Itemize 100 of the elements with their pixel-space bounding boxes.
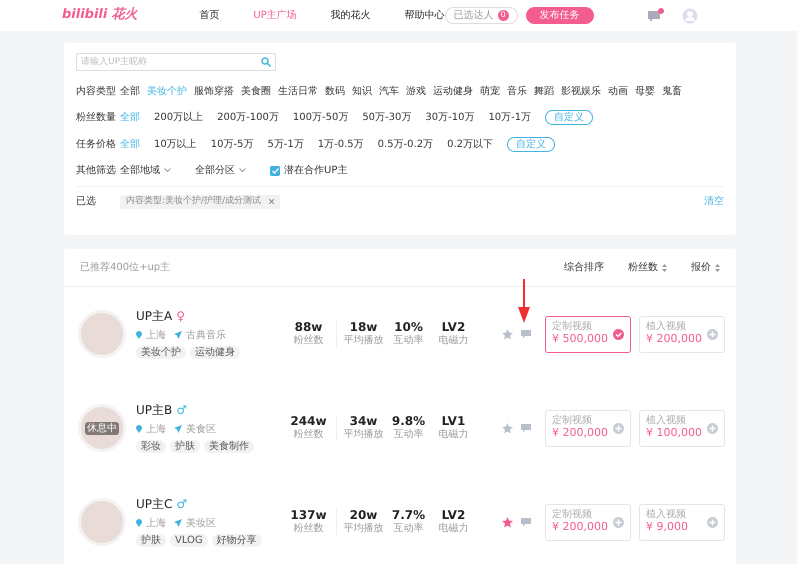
stat-value: 244w <box>289 414 328 428</box>
stat-label: 互动率 <box>392 334 424 348</box>
location-pin-icon <box>136 425 142 434</box>
plus-circle-icon[interactable] <box>707 422 718 434</box>
stat-label: 平均播放 <box>342 522 384 536</box>
filter-option[interactable]: 100万-50万 <box>292 111 348 124</box>
search-field[interactable]: 请输入UP主昵称 <box>76 53 276 71</box>
nav-link[interactable]: 我的花火 <box>330 9 371 22</box>
stat-value: 20w <box>348 508 378 522</box>
filter-option[interactable]: 母婴 <box>635 85 655 98</box>
location-pin-icon <box>136 519 142 528</box>
user-avatar-icon[interactable] <box>682 8 698 24</box>
location-text: 上海 <box>146 328 166 342</box>
filter-option[interactable]: 游戏 <box>406 85 426 98</box>
filter-option[interactable]: 数码 <box>325 85 345 98</box>
filter-option[interactable]: 10万-5万 <box>210 138 254 151</box>
filter-option[interactable]: 影视娱乐 <box>561 85 601 98</box>
avatar[interactable] <box>78 498 126 546</box>
price-label: 植入视频 <box>646 509 687 520</box>
filter-label: 粉丝数量 <box>76 111 117 124</box>
filter-option[interactable]: 鬼畜 <box>662 85 682 98</box>
avatar[interactable]: 休息中 <box>78 404 126 452</box>
filter-option[interactable]: 美食圈 <box>241 85 271 98</box>
price-amount: ¥ 9,000 <box>646 520 688 535</box>
filter-option[interactable]: 30万-10万 <box>425 111 474 124</box>
filter-label: 任务价格 <box>76 138 117 151</box>
close-icon[interactable] <box>269 199 274 204</box>
dropdown[interactable]: 全部分区 <box>195 164 246 177</box>
filter-option[interactable]: 汽车 <box>379 85 399 98</box>
filter-option[interactable]: 运动健身 <box>433 85 473 98</box>
filter-option[interactable]: 50万-30万 <box>362 111 412 124</box>
stat-value: 9.8% <box>390 414 426 428</box>
checkbox-label[interactable]: 潜在合作UP主 <box>284 164 348 177</box>
checkbox[interactable] <box>270 166 280 176</box>
plus-circle-icon[interactable] <box>613 516 624 528</box>
price-amount: ¥ 500,000 <box>552 332 608 347</box>
creator-name[interactable]: UP主C <box>136 497 172 513</box>
filter-option[interactable]: 全部 <box>120 85 140 98</box>
star-icon[interactable] <box>502 422 513 434</box>
sort-option[interactable]: 粉丝数 <box>628 261 667 274</box>
stat-label: 平均播放 <box>342 334 384 348</box>
count-badge: 0 <box>498 10 509 21</box>
chat-icon[interactable] <box>521 518 531 526</box>
logo-text: bilibili <box>62 7 108 24</box>
logo-text: 花火 <box>111 7 138 24</box>
sort-option[interactable]: 综合排序 <box>564 261 604 274</box>
price-amount: ¥ 200,000 <box>552 426 608 441</box>
filter-option[interactable]: 1万-0.5万 <box>318 138 364 151</box>
sort-option[interactable]: 报价 <box>691 261 720 274</box>
filter-option[interactable]: 5万-1万 <box>267 138 304 151</box>
filter-option[interactable]: 0.5万-0.2万 <box>378 138 434 151</box>
filter-option[interactable]: 萌宠 <box>480 85 500 98</box>
stat-value: 7.7% <box>390 508 426 522</box>
plus-circle-icon[interactable] <box>707 328 718 340</box>
search-icon[interactable] <box>261 57 271 67</box>
filter-option[interactable]: 动画 <box>608 85 628 98</box>
stat-value: 10% <box>393 320 424 334</box>
category-text: 美食区 <box>186 422 216 436</box>
filter-option[interactable]: 服饰穿搭 <box>194 85 234 98</box>
check-icon <box>272 168 278 174</box>
stat-value: LV1 <box>440 414 466 428</box>
creator-name[interactable]: UP主A <box>136 309 172 325</box>
stat-value: LV2 <box>440 320 466 334</box>
chat-icon[interactable] <box>521 330 531 338</box>
filter-label: 内容类型 <box>76 85 117 98</box>
price-amount: ¥ 100,000 <box>646 426 702 441</box>
plus-circle-icon[interactable] <box>613 422 624 434</box>
stat-value: LV2 <box>440 508 466 522</box>
filter-option[interactable]: 生活日常 <box>278 85 318 98</box>
paper-plane-icon <box>174 425 182 434</box>
filter-option[interactable]: 10万-1万 <box>488 111 532 124</box>
filter-option[interactable]: 舞蹈 <box>534 85 554 98</box>
dropdown[interactable]: 全部地域 <box>120 164 171 177</box>
gender-icon: ♂ <box>176 497 188 513</box>
price-amount: ¥ 200,000 <box>646 332 702 347</box>
avatar[interactable] <box>78 310 126 358</box>
tag: VLOG <box>170 534 208 547</box>
result-count: 已推荐400位+up主 <box>80 261 170 274</box>
category-text: 古典音乐 <box>186 328 226 342</box>
nav-link[interactable]: 帮助中心 <box>404 9 445 22</box>
star-icon[interactable] <box>502 328 513 340</box>
filter-option[interactable]: 音乐 <box>507 85 527 98</box>
stat-label: 平均播放 <box>342 428 384 442</box>
category-text: 美妆区 <box>186 516 216 530</box>
creator-name[interactable]: UP主B <box>136 403 172 419</box>
filter-option[interactable]: 10万以上 <box>154 138 197 151</box>
gender-icon: ♀ <box>176 309 186 325</box>
filter-option[interactable]: 知识 <box>352 85 372 98</box>
plus-circle-icon[interactable] <box>707 516 718 528</box>
stat-value: 137w <box>289 508 328 522</box>
filter-option[interactable]: 200万以上 <box>154 111 204 124</box>
tag: 好物分享 <box>212 534 262 547</box>
chat-icon[interactable] <box>521 424 531 432</box>
star-icon[interactable] <box>502 516 513 528</box>
nav-link[interactable]: 首页 <box>199 9 220 22</box>
filter-option[interactable]: 200万-100万 <box>217 111 279 124</box>
stat-label: 粉丝数 <box>292 522 324 536</box>
filter-option[interactable]: 0.2万以下 <box>447 138 493 151</box>
tag: 美食制作 <box>204 440 254 453</box>
message-icon[interactable] <box>646 8 664 24</box>
